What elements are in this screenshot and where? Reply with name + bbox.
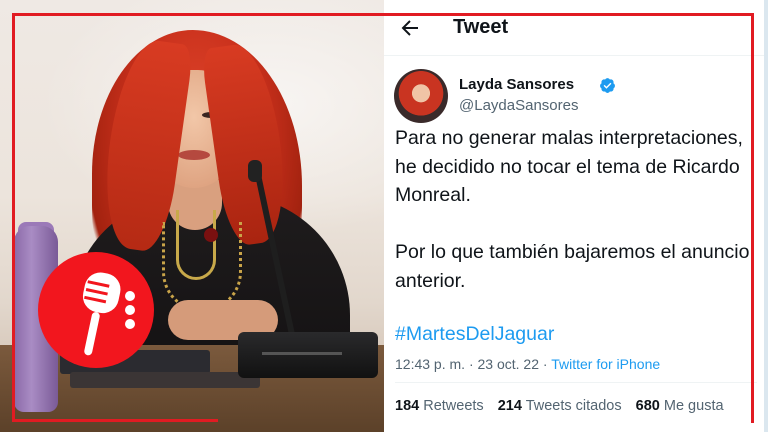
likes-stat[interactable]: 680 Me gusta <box>636 398 724 414</box>
tweet-card: Tweet Layda Sansores @LaydaSansores Para… <box>384 0 768 432</box>
likes-count: 680 <box>635 398 660 414</box>
frame-border-right <box>751 13 754 423</box>
retweets-count: 184 <box>395 398 420 414</box>
photo-folder <box>70 372 260 388</box>
photo-mic-brand-strip <box>262 352 342 355</box>
photo-lips <box>178 150 210 160</box>
retweets-stat[interactable]: 184 Retweets <box>395 398 488 414</box>
header-title: Tweet <box>453 16 509 38</box>
frame-border-top <box>12 13 754 16</box>
avatar[interactable] <box>394 69 448 123</box>
tweet-text: Para no generar malas interpretaciones, … <box>395 124 755 295</box>
tweet-source-link[interactable]: Twitter for iPhone <box>551 356 660 372</box>
quotes-stat[interactable]: 214 Tweets citados <box>498 398 626 414</box>
microphone-icon <box>82 272 135 356</box>
photo-mic-head <box>248 160 262 182</box>
photo-necklace <box>176 210 216 280</box>
quotes-count: 214 <box>497 398 522 414</box>
frame-border-left <box>12 13 15 422</box>
frame-border-bottom <box>12 419 218 422</box>
right-edge-strip <box>764 0 768 432</box>
verified-badge-icon <box>600 78 615 93</box>
retweets-label: Retweets <box>423 398 484 414</box>
user-handle[interactable]: @LaydaSansores <box>459 97 578 114</box>
photo-mic-base <box>238 332 378 378</box>
divider <box>395 382 757 383</box>
photo-pendant <box>204 228 218 242</box>
tweet-date: 23 oct. 22 <box>477 356 540 372</box>
tweet-time: 12:43 p. m. <box>395 356 466 372</box>
tweet-text-paragraph: Para no generar malas interpretaciones, … <box>395 127 743 206</box>
quotes-label: Tweets citados <box>525 398 622 414</box>
podcast-badge <box>38 252 154 368</box>
likes-label: Me gusta <box>663 398 724 414</box>
user-name[interactable]: Layda Sansores <box>459 76 574 93</box>
arrow-left-icon[interactable] <box>398 16 422 40</box>
meta-separator: · <box>542 356 548 372</box>
tweet-meta: 12:43 p. m. · 23 oct. 22 · Twitter for i… <box>395 356 660 372</box>
meta-separator: · <box>468 356 474 372</box>
tweet-header: Tweet <box>384 0 768 56</box>
tweet-stats: 184 Retweets 214 Tweets citados 680 Me g… <box>395 398 734 414</box>
tweet-text-paragraph: Por lo que también bajaremos el anuncio … <box>395 241 750 292</box>
hashtag-link[interactable]: #MartesDelJaguar <box>395 323 554 346</box>
